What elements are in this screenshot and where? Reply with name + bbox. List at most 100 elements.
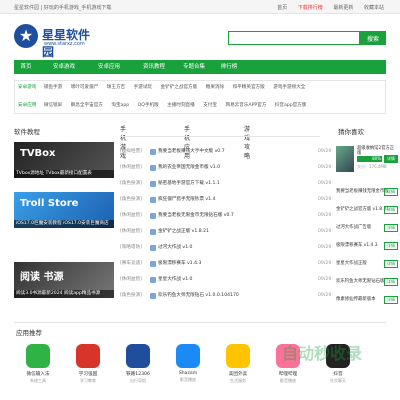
search-button[interactable]: 搜索 <box>360 31 386 45</box>
quick-link[interactable]: 淘宝app <box>111 103 129 108</box>
article-thumb[interactable]: Troll Store iOS17.0巨魔安装教程 iOS17.0安装巨魔商店 <box>14 192 114 228</box>
section-title-software: 软件教程 <box>14 128 40 136</box>
item-date: 09/29 <box>318 229 332 234</box>
nav-news[interactable]: 资讯教程 <box>134 60 174 74</box>
item-title[interactable]: 我要当老板无限金币无限钻石版 v0.7 <box>158 210 234 222</box>
quick-link[interactable]: 捕鱼手游 <box>44 85 62 90</box>
quick-link[interactable]: 网易云音乐APP官方 <box>225 103 266 108</box>
detail-button[interactable]: 详情 <box>384 242 398 250</box>
app-icon <box>150 245 156 251</box>
quick-link[interactable]: 金铲铲之战官方版 <box>160 85 197 90</box>
nav-home[interactable]: 首页 <box>14 60 38 74</box>
guess-item[interactable]: 极限漂移赛车 v1.4.3 详情 <box>336 240 400 252</box>
guess-item-title: 过河大作战广告版 <box>336 225 372 230</box>
item-date: 09/29 <box>318 261 332 266</box>
list-item[interactable]: [赛车竞速] 极限漂移赛车 v1.4.3 09/29 <box>120 258 332 270</box>
guess-item[interactable]: 我要当老板赚钱无限金币版 详情 <box>336 186 400 198</box>
quick-link[interactable]: 游戏手游榜大全 <box>273 85 305 90</box>
top-links: 首页 下载排行榜 最新更新 收藏本站 <box>268 4 384 11</box>
guess-item[interactable]: 金铲铲之战官方版 v1.8.21 详情 <box>336 204 400 216</box>
item-title[interactable]: 欢乐钓鱼大师无限钻石 v1.0.0.104170 <box>158 290 239 302</box>
app-icon <box>150 197 156 203</box>
guess-item[interactable]: 像素修仙传最新版本 详情 <box>336 294 400 306</box>
guess-item[interactable]: 欢乐钓鱼大师无限钻石版 详情 <box>336 276 400 288</box>
item-title[interactable]: 星星大作战 v1.0 <box>158 274 192 286</box>
list-item[interactable]: [休闲益智] 星星大作战 v1.0 09/29 <box>120 274 332 286</box>
quick-link[interactable]: QQ手机版 <box>138 103 159 108</box>
item-category: [角色扮演] <box>120 197 142 202</box>
article-thumb[interactable]: 阅读 书源 阅读3.0书源最新2024 阅读app精品书源 <box>14 262 114 298</box>
nav-android-apps[interactable]: 安卓应用 <box>89 60 129 74</box>
featured-game-image <box>336 146 354 172</box>
quick-link[interactable]: 和平精英官方版 <box>233 85 265 90</box>
quick-link[interactable]: 糖果消除 <box>206 85 224 90</box>
search-input[interactable] <box>228 31 360 45</box>
detail-button[interactable]: 详情 <box>384 224 398 232</box>
app-icon <box>150 261 156 267</box>
list-item[interactable]: [角色扮演] 欢乐钓鱼大师无限钻石 v1.0.0.104170 09/29 <box>120 290 331 302</box>
top-link-fav[interactable]: 收藏本站 <box>364 5 384 11</box>
detail-button[interactable]: 详情 <box>384 188 398 196</box>
top-link-new[interactable]: 最新更新 <box>333 5 353 11</box>
quick-link[interactable]: 支付宝 <box>203 103 217 108</box>
nav-android-games[interactable]: 安卓游戏 <box>44 60 84 74</box>
item-date: 09/29 <box>318 213 332 218</box>
detail-button[interactable]: 详情 <box>384 206 398 214</box>
quick-link[interactable]: 球王方吉 <box>107 85 125 90</box>
list-item[interactable]: [休闲益智] 我要当老板无限金币无限钻石版 v0.7 09/29 <box>120 210 332 222</box>
quick-link[interactable]: 微信锁屏 <box>44 103 62 108</box>
item-title[interactable]: 我要当老板赚钱大亨中文版 v0.7 <box>158 146 225 158</box>
app-card[interactable]: 铁路12306 出行导航 <box>120 344 156 384</box>
section-title-guess: 猜你喜欢 <box>338 128 364 136</box>
guess-item[interactable]: 过河大作战广告版 详情 <box>336 222 400 234</box>
item-title[interactable]: 秘密基地手游官方下载 v1.1.1 <box>158 178 220 190</box>
list-item[interactable]: [模拟经营] 我要当老板赚钱大亨中文版 v0.7 09/29 <box>120 146 332 158</box>
detail-button[interactable]: 详情 <box>384 260 398 268</box>
item-title[interactable]: 过河大作战 v1.0 <box>158 242 192 254</box>
item-title[interactable]: 极限漂移赛车 v1.4.3 <box>158 258 201 270</box>
item-category: [休闲益智] <box>120 213 142 218</box>
list-item[interactable]: [休闲益智] 金铲铲之战正版 v1.8.21 09/29 <box>120 226 332 238</box>
detail-button[interactable]: 详情 <box>384 296 398 304</box>
item-category: [休闲益智] <box>120 165 142 170</box>
app-icon <box>176 344 200 368</box>
app-card[interactable]: Shazam 影音播放 <box>170 344 206 383</box>
detail-button[interactable]: 详情 <box>384 278 398 286</box>
quick-link[interactable]: 手游试玩 <box>134 85 152 90</box>
list-item[interactable]: [休闲益智] 我的农业帝国无限金币版 v1.0 09/29 <box>120 162 332 174</box>
thumb-heading: Troll Store <box>20 198 79 209</box>
item-title[interactable]: 疯狂僵尸猎手无限钞票 v1.4 <box>158 194 215 206</box>
app-name: 哔哩哔哩 <box>278 372 298 377</box>
list-item[interactable]: [角色扮演] 疯狂僵尸猎手无限钞票 v1.4 09/29 <box>120 194 331 206</box>
top-link-home[interactable]: 首页 <box>277 5 287 11</box>
quick-link[interactable]: 啸叶可爱僵尸 <box>71 85 99 90</box>
list-item[interactable]: [策略塔防] 过河大作战 v1.0 09/29 <box>120 242 331 254</box>
app-icon <box>150 213 156 219</box>
featured-game-percent: 80% <box>357 156 382 162</box>
app-card[interactable]: 微信输入法 系统工具 <box>20 344 56 384</box>
site-logo[interactable]: ★ 星星软件园 www.starxz.com <box>14 24 94 59</box>
nav-rank[interactable]: 排行榜 <box>214 60 244 74</box>
guess-item[interactable]: 星星大作战正版 详情 <box>336 258 400 270</box>
item-date: 09/29 <box>318 149 332 154</box>
thumb-caption: iOS17.0巨魔安装教程 iOS17.0安装巨魔商店 <box>14 220 114 228</box>
item-title[interactable]: 我的农业帝国无限金币版 v1.0 <box>158 162 220 174</box>
quick-link[interactable]: 主播时刻直播 <box>167 103 195 108</box>
nav-topics[interactable]: 专题合集 <box>174 60 214 74</box>
top-link-rank[interactable]: 下载排行榜 <box>298 5 323 11</box>
app-icon <box>26 344 50 368</box>
app-name: 学习强国 <box>78 372 98 377</box>
item-date: 09/29 <box>318 277 332 282</box>
main-nav: 首页 安卓游戏 安卓应用 资讯教程 专题合集 排行榜 <box>14 60 386 74</box>
list-item[interactable]: [角色扮演] 秘密基地手游官方下载 v1.1.1 09/29 <box>120 178 331 190</box>
app-card[interactable]: 美团外卖 生活服务 <box>220 344 256 384</box>
quick-link[interactable]: 瞬息全宇宙官方 <box>71 103 103 108</box>
item-title[interactable]: 金铲铲之战正版 v1.8.21 <box>158 226 209 238</box>
watermark: 自动秒收录 <box>282 344 363 363</box>
featured-game[interactable]: 超级收纳馆2官方正版 80% 大小：176.4MB 详情 <box>336 146 398 176</box>
quick-link[interactable]: 抖音app官方版 <box>275 103 307 108</box>
item-date: 09/29 <box>318 165 332 170</box>
app-card[interactable]: 学习强国 学习教育 <box>70 344 106 384</box>
featured-detail-button[interactable]: 详情 <box>384 155 398 163</box>
article-thumb[interactable]: TVBox TVbox源地址 TVbox最新接口配置表 <box>14 142 114 178</box>
